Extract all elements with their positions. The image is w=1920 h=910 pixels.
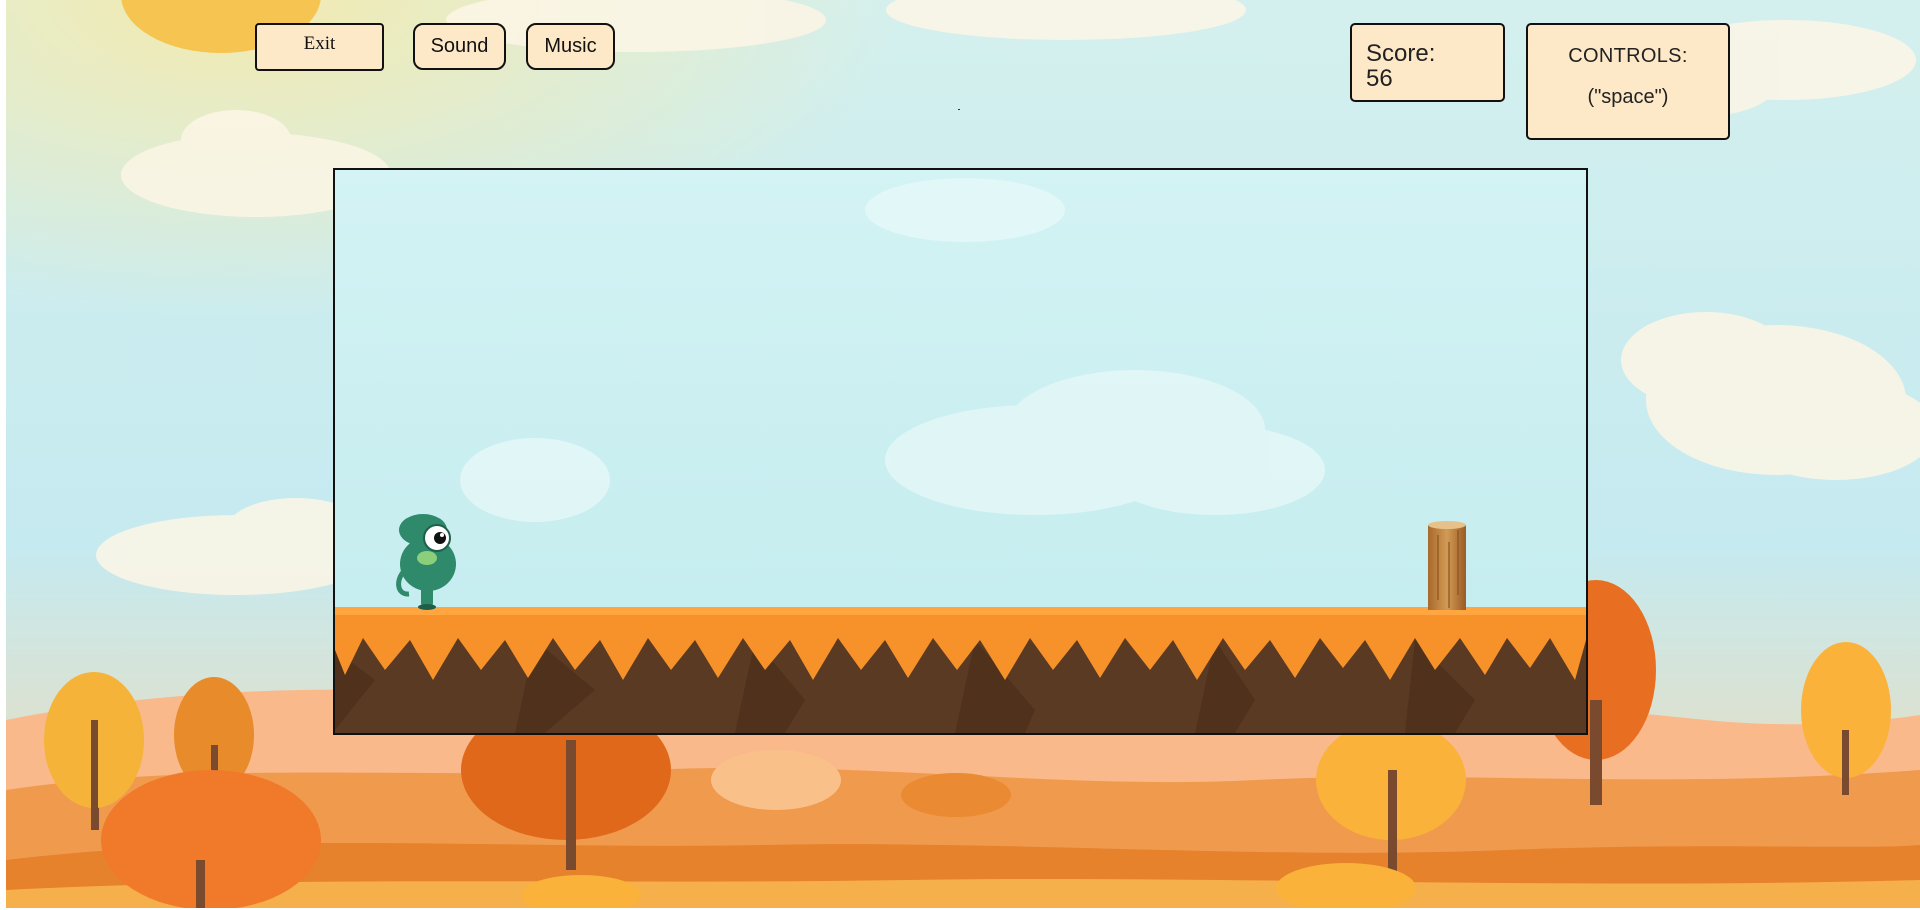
music-button-label: Music xyxy=(544,35,597,57)
exit-button-label: Exit xyxy=(303,33,336,54)
sound-button[interactable]: Sound xyxy=(413,23,506,70)
controls-key-hint: ("space") xyxy=(1587,86,1669,108)
score-label: Score: xyxy=(1366,40,1436,67)
sound-button-label: Sound xyxy=(430,35,489,57)
stray-dot xyxy=(958,109,960,110)
game-scene xyxy=(335,170,1586,733)
score-panel: Score: 56 xyxy=(1350,23,1505,102)
game-canvas[interactable] xyxy=(333,168,1588,735)
controls-panel: CONTROLS: ("space") xyxy=(1526,23,1730,140)
tree-stump-obstacle xyxy=(1428,521,1466,610)
music-button[interactable]: Music xyxy=(526,23,615,70)
exit-button[interactable]: Exit xyxy=(255,23,384,71)
score-value: 56 xyxy=(1366,65,1393,92)
controls-title: CONTROLS: xyxy=(1568,45,1688,67)
